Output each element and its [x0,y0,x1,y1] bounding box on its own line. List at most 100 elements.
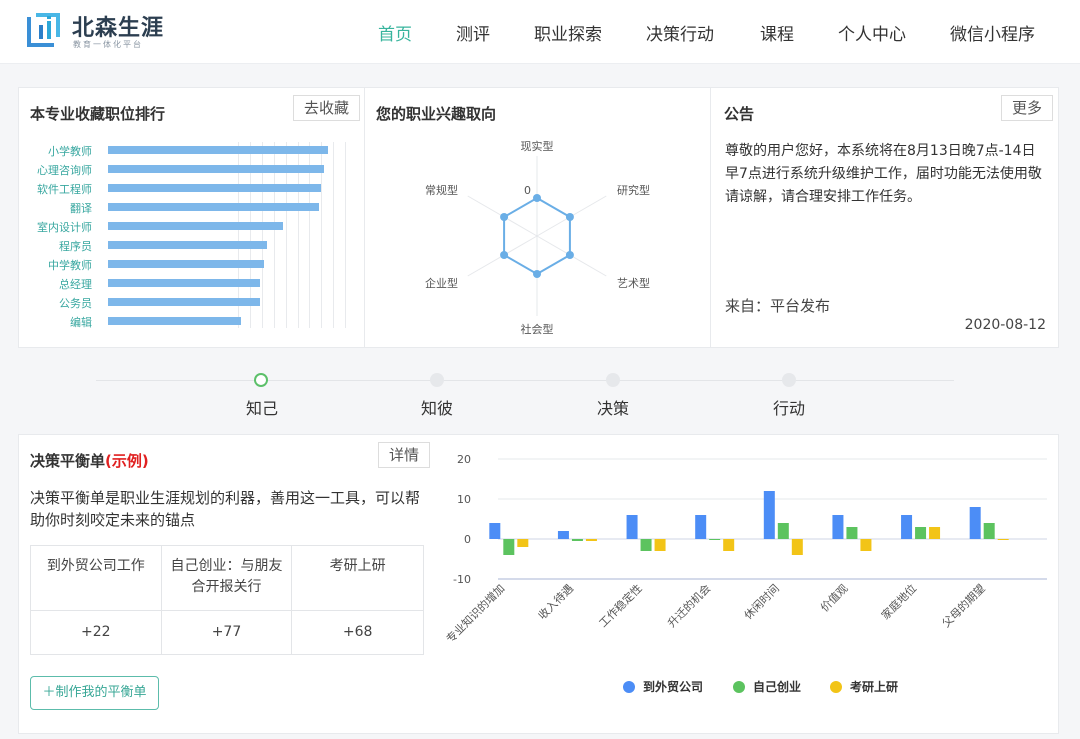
add-favorite-button[interactable]: 去收藏 [293,95,361,121]
radar-point [533,194,541,202]
step-dot-decision[interactable] [606,373,620,387]
balance-panel: 决策平衡单(示例) 详情 决策平衡单是职业生涯规划的利器，善用这一工具，可以帮助… [18,434,1059,734]
y-tick-label: 0 [464,533,471,546]
interest-panel: 您的职业兴趣取向 现实型 研究型 艺术型 社会型 企业型 常规型 0 [364,87,711,348]
balance-bar [517,539,529,547]
progress-steps: 知己 知彼 决策 行动 [0,360,1080,424]
ranking-label: 中学教师 [48,259,92,272]
ranking-bar [108,260,265,268]
ranking-bar [108,165,324,173]
balance-description: 决策平衡单是职业生涯规划的利器，善用这一工具，可以帮助你时刻咬定未来的锚点 [30,489,421,529]
ranking-bar [108,241,267,249]
step-label-decision[interactable]: 决策 [597,395,629,419]
balance-title-tag: (示例) [105,452,149,470]
radar-axis-label: 研究型 [617,183,650,197]
legend-label: 考研上研 [850,679,898,694]
radar-point [500,251,509,259]
balance-table: 到外贸公司工作 自己创业：与朋友合开报关行 考研上研 +22 +77 +68 [30,545,424,655]
balance-bar [654,539,666,551]
balance-bar [763,491,775,539]
balance-bar [983,523,995,539]
step-label-know-self[interactable]: 知己 [246,395,278,419]
balance-bar [929,527,941,539]
details-button[interactable]: 详情 [378,442,431,468]
top-header: 北森生涯 教育一体化平台 首页 测评 职业探索 决策行动 课程 个人中心 微信小… [0,0,1080,64]
notice-source: 来自：平台发布 [725,297,831,315]
balance-bar [860,539,872,551]
x-tick-label: 收入待遇 [535,581,576,622]
nav-courses[interactable]: 课程 [760,20,794,45]
radar-axis-label: 常规型 [425,183,458,197]
y-tick-label: -10 [453,573,471,586]
balance-bar [503,539,515,555]
radar-point [500,213,509,221]
x-tick-label: 家庭地位 [878,581,919,622]
legend-swatch [830,681,842,693]
step-label-action[interactable]: 行动 [773,395,805,419]
notice-title: 公告 [724,105,755,123]
ranking-bar [108,146,329,154]
balance-bar [997,539,1009,540]
radar-point [565,213,574,221]
radar-point [533,270,541,278]
nav-decision-action[interactable]: 决策行动 [646,20,714,45]
balance-bar [571,539,583,541]
step-dot-know-self[interactable] [254,373,268,387]
x-tick-label: 升迁的机会 [665,581,714,630]
ranking-bar [108,222,284,230]
ranking-label: 公务员 [59,297,92,310]
x-tick-label: 价值观 [818,582,851,615]
balance-bar [585,539,597,541]
ranking-label: 编辑 [70,316,92,329]
ranking-bar [108,298,260,306]
balance-bar [709,539,721,540]
balance-bar [723,539,735,551]
step-label-know-other[interactable]: 知彼 [421,395,453,419]
ranking-label: 小学教师 [48,145,92,158]
nav-career-explore[interactable]: 职业探索 [534,20,602,45]
balance-bar [846,527,858,539]
radar-axis-label: 艺术型 [617,276,650,290]
ranking-label: 程序员 [59,240,92,253]
nav-home[interactable]: 首页 [378,20,412,45]
ranking-bar [108,184,322,192]
ranking-label: 软件工程师 [37,183,92,196]
radar-axis-label: 企业型 [425,276,458,290]
legend-swatch [623,681,635,693]
x-tick-label: 工作稳定性 [596,581,645,630]
score-foreign-trade: +22 [30,610,162,655]
legend-label: 到外贸公司 [643,679,703,694]
balance-bar [777,523,789,539]
more-button[interactable]: 更多 [1001,95,1054,121]
balance-title: 决策平衡单(示例) [30,450,149,471]
notice-panel: 公告 更多 尊敬的用户您好，本系统将在8月13日晚7点-14日早7点进行系统升级… [710,87,1059,348]
balance-bar [969,507,981,539]
x-tick-label: 休闲时间 [741,581,782,622]
option-postgraduate: 考研上研 [291,545,424,611]
x-tick-label: 父母的期望 [939,581,988,630]
balance-bar [915,527,927,539]
step-dot-know-other[interactable] [430,373,444,387]
make-balance-sheet-button[interactable]: ＋制作我的平衡单 [30,676,159,710]
score-startup: +77 [160,610,293,655]
ranking-panel: 本专业收藏职位排行 去收藏 小学教师 心理咨询师 软件工程师 翻译 室内设计师 程序员 中学… [18,87,365,348]
step-dot-action[interactable] [782,373,796,387]
balance-bar [557,531,569,539]
radar-axis-label: 社会型 [521,322,554,336]
notice-text: 尊敬的用户您好，本系统将在8月13日晚7点-14日早7点进行系统升级维护工作，届… [725,143,1042,205]
nav-assessment[interactable]: 测评 [456,20,490,45]
ranking-bar [108,203,319,211]
balance-bar [626,515,638,539]
nav-wechat-miniprogram[interactable]: 微信小程序 [950,20,1035,45]
radar-axis-label: 现实型 [521,139,554,153]
balance-bar [489,523,501,539]
nav-personal-center[interactable]: 个人中心 [838,20,906,45]
ranking-label: 翻译 [70,202,92,215]
notice-date: 2020-08-12 [964,317,1046,333]
ranking-title: 本专业收藏职位排行 [30,105,166,123]
y-tick-label: 20 [457,453,471,466]
ranking-grid-line [345,142,346,328]
legend-label: 自己创业 [753,679,801,694]
ranking-bar [108,279,260,287]
balance-bar [832,515,844,539]
